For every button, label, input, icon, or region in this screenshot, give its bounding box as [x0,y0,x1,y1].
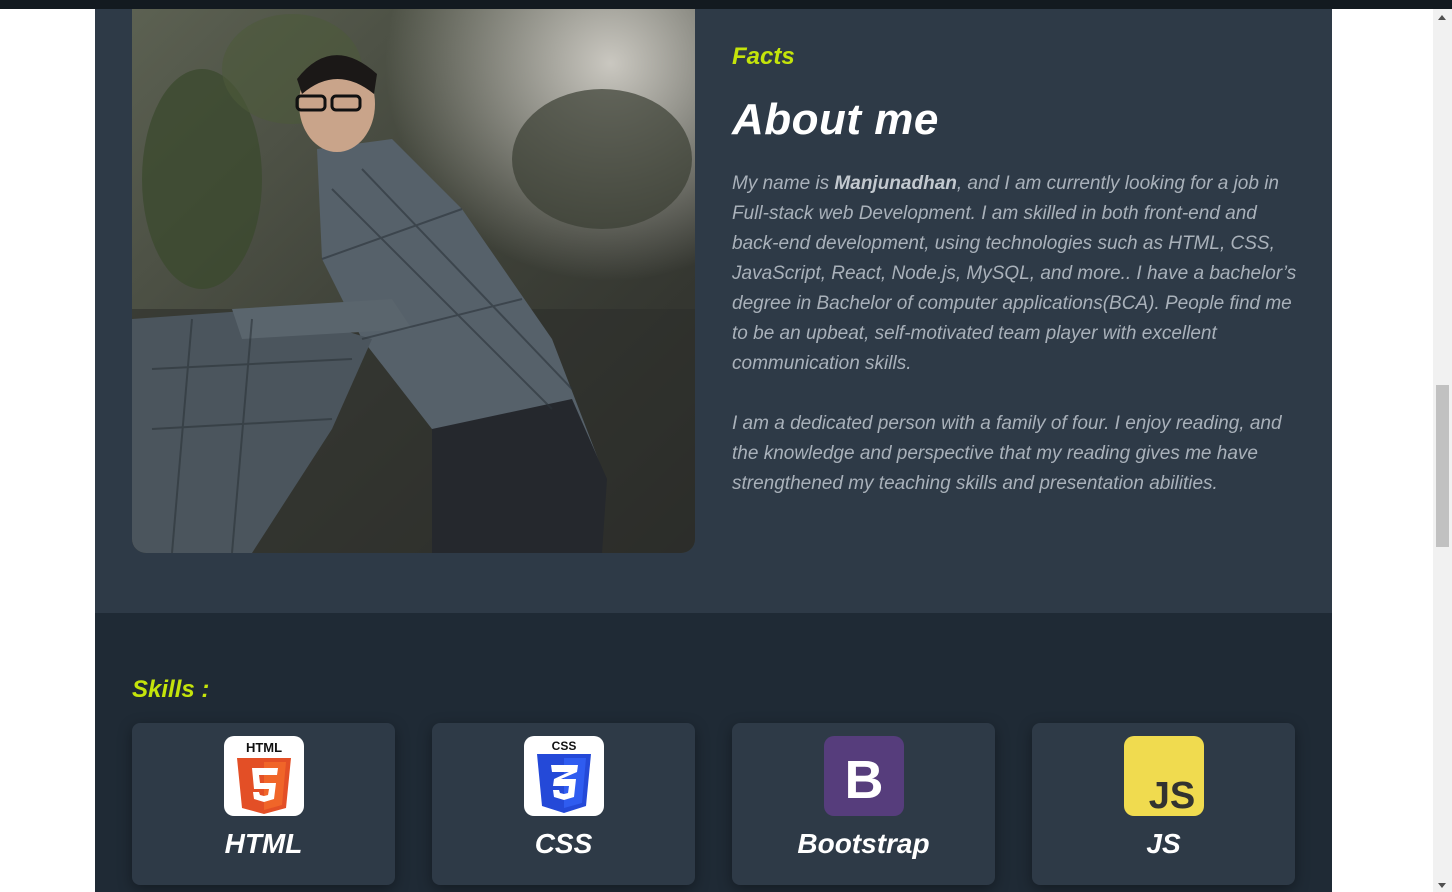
bootstrap-badge-text: B [845,750,884,810]
skill-card-html: HTML HTML [132,723,395,885]
js-badge-text: JS [1149,775,1195,816]
skill-card-js: JS JS [1032,723,1295,885]
scroll-up-arrow-icon[interactable] [1438,15,1446,20]
about-title: About me [732,95,939,144]
bio-text: , and I am currently looking for a job i… [732,173,1297,374]
css3-badge-text: CSS [552,739,577,753]
skill-label-bootstrap: Bootstrap [797,828,930,859]
scroll-thumb[interactable] [1436,385,1449,547]
css3-icon: CSS [524,736,604,816]
portfolio-page: Facts About me My name is Manjunadhan, a… [95,9,1332,892]
html5-icon: HTML [224,736,304,816]
skill-label-js: JS [1146,828,1181,859]
page-scrollbar[interactable] [1433,9,1452,892]
bio-paragraph-1: My name is Manjunadhan, and I am current… [732,169,1302,379]
skills-section: Skills : HTML HTML CSS CSS B Bootstrap J… [95,613,1332,892]
bio-text: My name is [732,173,835,194]
facts-eyebrow: Facts [732,43,795,70]
browser-top-bar [0,0,1452,9]
profile-photo [132,9,695,553]
skill-card-css: CSS CSS [432,723,695,885]
skill-label-css: CSS [534,828,593,859]
javascript-icon: JS [1124,736,1204,816]
scroll-down-arrow-icon[interactable] [1438,883,1446,888]
bootstrap-icon: B [824,736,904,816]
skill-label-html: HTML [224,828,303,859]
skills-title: Skills : [132,676,210,703]
bio-paragraph-2: I am a dedicated person with a family of… [732,413,1282,494]
about-section: Facts About me My name is Manjunadhan, a… [95,9,1332,613]
html5-badge-text: HTML [246,740,282,755]
skill-card-bootstrap: B Bootstrap [732,723,995,885]
bio-name: Manjunadhan [834,173,957,194]
